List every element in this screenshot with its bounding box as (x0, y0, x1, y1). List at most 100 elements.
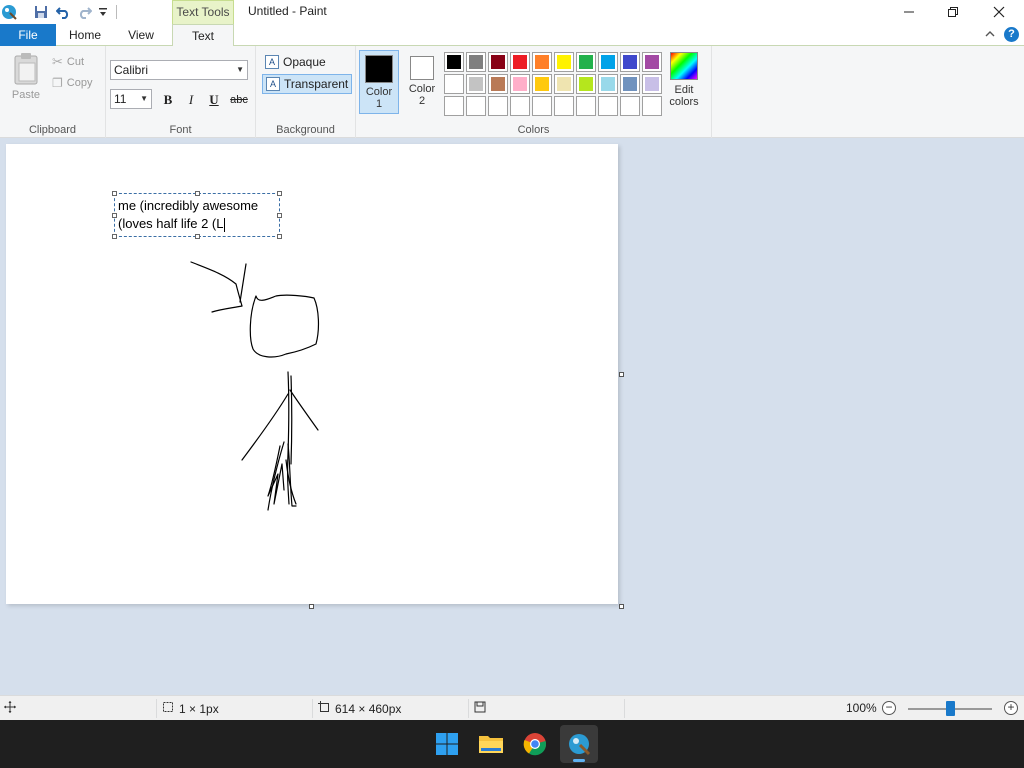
canvas-resize-handle-bottom[interactable] (309, 604, 314, 609)
palette-color-swatch[interactable] (532, 74, 552, 94)
zoom-slider-thumb[interactable] (946, 701, 955, 716)
copy-button[interactable]: ❐ Copy (52, 76, 92, 90)
palette-color-fill (557, 77, 571, 91)
text-line-1[interactable]: me (incredibly awesome (118, 198, 258, 213)
palette-color-swatch[interactable] (510, 52, 530, 72)
opaque-option[interactable]: A Opaque (262, 52, 329, 72)
collapse-ribbon-icon[interactable] (984, 28, 996, 43)
palette-color-swatch[interactable] (554, 52, 574, 72)
active-app-indicator (573, 759, 585, 762)
palette-color-swatch[interactable] (510, 96, 530, 116)
strikethrough-button[interactable]: abc (227, 90, 251, 110)
text-box[interactable]: me (incredibly awesome (loves half life … (112, 191, 282, 239)
title-bar: Text Tools Untitled - Paint (0, 0, 1024, 24)
tab-text[interactable]: Text (172, 24, 234, 47)
zoom-in-button[interactable]: + (1004, 701, 1018, 715)
palette-color-swatch[interactable] (532, 52, 552, 72)
palette-color-swatch[interactable] (598, 96, 618, 116)
scissors-icon: ✂ (52, 54, 63, 69)
textbox-handle[interactable] (112, 234, 117, 239)
selection-size: 1 × 1px (162, 701, 219, 716)
palette-color-swatch[interactable] (444, 52, 464, 72)
palette-color-swatch[interactable] (576, 52, 596, 72)
ribbon-tabs: File Home View Text ? (0, 24, 1024, 47)
canvas-resize-handle-right[interactable] (619, 372, 624, 377)
minimize-button[interactable] (886, 0, 932, 24)
palette-color-swatch[interactable] (466, 96, 486, 116)
palette-color-swatch[interactable] (532, 96, 552, 116)
palette-color-swatch[interactable] (620, 74, 640, 94)
edit-colors-button[interactable]: Edit colors (664, 50, 704, 108)
palette-color-fill (623, 99, 637, 113)
palette-color-swatch[interactable] (510, 74, 530, 94)
palette-color-fill (623, 77, 637, 91)
palette-color-swatch[interactable] (444, 74, 464, 94)
tab-view[interactable]: View (116, 24, 166, 46)
color1-button[interactable]: Color 1 (359, 50, 399, 114)
tab-home[interactable]: Home (60, 24, 110, 46)
tab-file[interactable]: File (0, 24, 56, 46)
palette-color-swatch[interactable] (642, 96, 662, 116)
opaque-label: Opaque (283, 55, 326, 69)
start-button[interactable] (428, 725, 466, 763)
close-button[interactable] (976, 0, 1022, 24)
textbox-handle[interactable] (112, 191, 117, 196)
palette-color-swatch[interactable] (576, 74, 596, 94)
chrome-button[interactable] (516, 725, 554, 763)
palette-color-fill (623, 55, 637, 69)
text-line-2[interactable]: (loves half life 2 (L (118, 216, 225, 232)
undo-icon[interactable] (54, 3, 72, 21)
textbox-handle[interactable] (195, 191, 200, 196)
palette-color-swatch[interactable] (642, 52, 662, 72)
status-separator (312, 699, 313, 718)
cut-button[interactable]: ✂ Cut (52, 54, 84, 70)
palette-color-swatch[interactable] (620, 96, 640, 116)
palette-color-swatch[interactable] (576, 96, 596, 116)
paint-app-icon[interactable] (0, 3, 18, 21)
italic-button[interactable]: I (181, 90, 201, 110)
drawing-canvas[interactable]: me (incredibly awesome (loves half life … (6, 144, 618, 604)
textbox-handle[interactable] (277, 234, 282, 239)
bold-button[interactable]: B (158, 90, 178, 110)
palette-color-swatch[interactable] (598, 52, 618, 72)
palette-color-fill (579, 55, 593, 69)
restore-button[interactable] (930, 0, 976, 24)
textbox-handle[interactable] (195, 234, 200, 239)
background-group-label: Background (276, 124, 335, 136)
zoom-value: 100% (846, 701, 877, 715)
file-explorer-button[interactable] (472, 725, 510, 763)
zoom-out-button[interactable]: − (882, 701, 896, 715)
font-family-dropdown[interactable]: Calibri ▼ (110, 60, 248, 80)
palette-color-swatch[interactable] (488, 74, 508, 94)
palette-color-swatch[interactable] (642, 74, 662, 94)
customize-qat-icon[interactable] (96, 3, 110, 21)
paint-taskbar-button[interactable] (560, 725, 598, 763)
redo-icon[interactable] (76, 3, 94, 21)
transparent-label: Transparent (284, 77, 349, 91)
canvas-resize-handle-corner[interactable] (619, 604, 624, 609)
textbox-handle[interactable] (277, 213, 282, 218)
help-icon[interactable]: ? (1004, 27, 1019, 42)
transparent-option[interactable]: A Transparent (262, 74, 353, 94)
textbox-handle[interactable] (112, 213, 117, 218)
color2-swatch (410, 56, 434, 80)
palette-color-swatch[interactable] (444, 96, 464, 116)
paste-button[interactable]: Paste (8, 52, 44, 101)
textbox-handle[interactable] (277, 191, 282, 196)
palette-color-swatch[interactable] (598, 74, 618, 94)
palette-color-swatch[interactable] (554, 74, 574, 94)
transparent-icon: A (266, 77, 280, 91)
underline-button[interactable]: U (204, 90, 224, 110)
palette-color-swatch[interactable] (488, 96, 508, 116)
font-size-dropdown[interactable]: 11 ▼ (110, 89, 152, 109)
palette-color-fill (557, 99, 571, 113)
color2-button[interactable]: Color 2 (402, 50, 442, 114)
save-icon[interactable] (32, 3, 50, 21)
palette-color-swatch[interactable] (620, 52, 640, 72)
palette-color-swatch[interactable] (466, 74, 486, 94)
palette-color-swatch[interactable] (488, 52, 508, 72)
text-tools-contextual-tab: Text Tools (172, 0, 234, 24)
palette-color-swatch[interactable] (466, 52, 486, 72)
palette-color-fill (645, 55, 659, 69)
palette-color-swatch[interactable] (554, 96, 574, 116)
